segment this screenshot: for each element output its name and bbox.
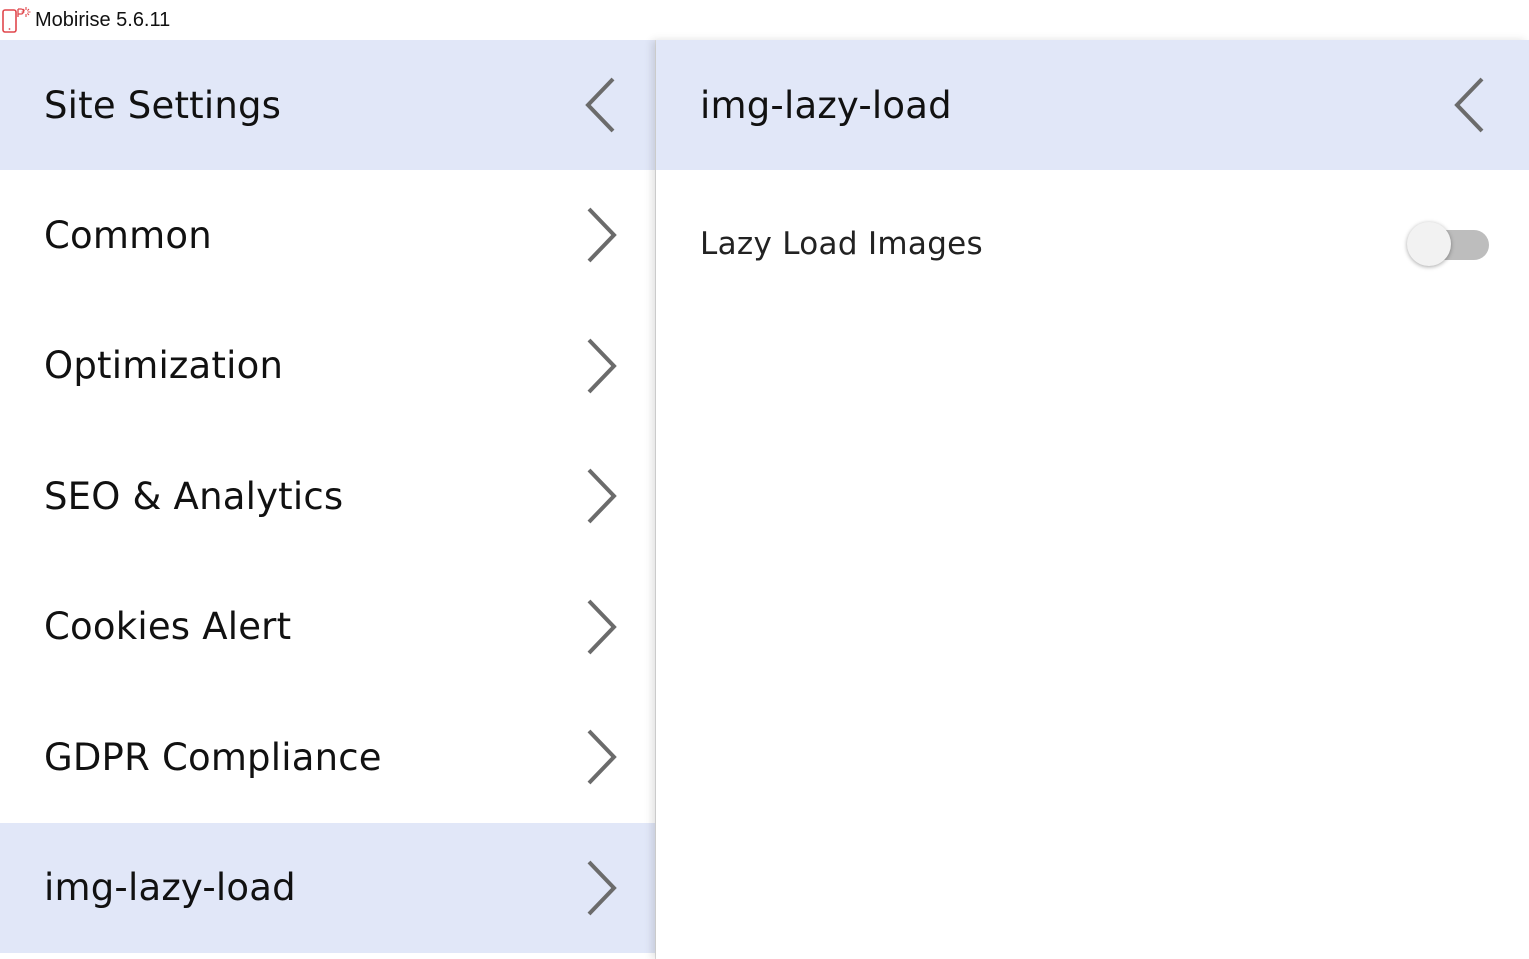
window-title: Mobirise 5.6.11 [35,9,171,31]
menu-item-label: Common [44,213,212,257]
chevron-right-icon [566,853,636,923]
mobirise-logo-icon [2,0,34,40]
lazy-load-images-toggle[interactable] [1407,222,1489,266]
chevron-right-icon [566,592,636,662]
window-titlebar: Mobirise 5.6.11 [0,0,1529,40]
img-lazy-load-back-button[interactable] [1435,40,1505,170]
menu-item-label: Cookies Alert [44,605,292,649]
menu-item-img-lazy-load[interactable]: img-lazy-load [0,822,656,953]
site-settings-panel: Site Settings Common Optimization SEO & … [0,40,656,959]
toggle-knob [1407,222,1451,266]
site-settings-header: Site Settings [0,40,656,170]
menu-item-optimization[interactable]: Optimization [0,301,656,432]
menu-item-gdpr-compliance[interactable]: GDPR Compliance [0,692,656,823]
img-lazy-load-title: img-lazy-load [700,83,952,127]
menu-item-label: SEO & Analytics [44,474,344,518]
chevron-right-icon [566,331,636,401]
menu-item-label: Optimization [44,344,284,388]
chevron-left-icon [585,77,615,133]
menu-item-label: img-lazy-load [44,866,296,910]
menu-item-common[interactable]: Common [0,170,656,301]
setting-row-lazy-load-images: Lazy Load Images [656,170,1529,318]
setting-label: Lazy Load Images [700,226,983,262]
chevron-right-icon [566,722,636,792]
site-settings-back-button[interactable] [566,40,636,170]
menu-item-seo-analytics[interactable]: SEO & Analytics [0,431,656,562]
img-lazy-load-panel: img-lazy-load Lazy Load Images [656,40,1529,959]
chevron-right-icon [566,461,636,531]
site-settings-title: Site Settings [44,83,282,127]
menu-item-label: GDPR Compliance [44,735,382,779]
img-lazy-load-header: img-lazy-load [656,40,1529,170]
chevron-right-icon [566,200,636,270]
menu-item-cookies-alert[interactable]: Cookies Alert [0,562,656,693]
chevron-left-icon [1454,77,1484,133]
